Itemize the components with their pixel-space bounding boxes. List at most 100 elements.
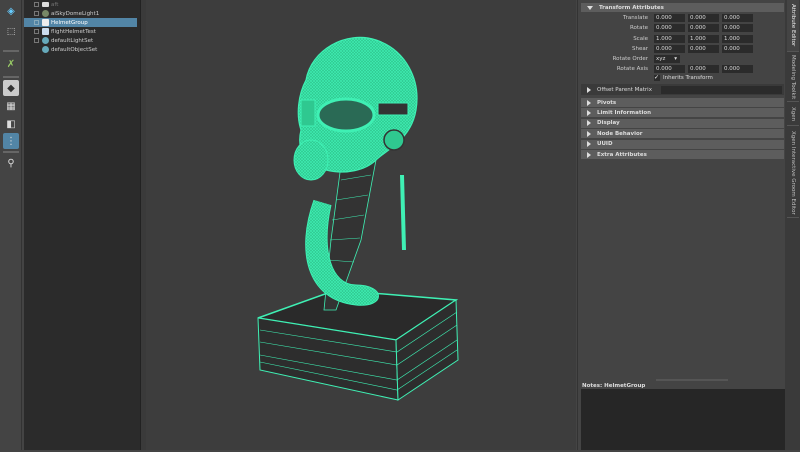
notes-field[interactable]: [581, 389, 791, 450]
section-label: Transform Attributes: [599, 4, 664, 11]
tab-label: Attribute Editor: [790, 4, 796, 47]
section-label: Offset Parent Matrix: [597, 86, 652, 93]
section-label: Limit Information: [597, 109, 652, 116]
divider: [3, 151, 19, 153]
section-header[interactable]: Pivots: [581, 98, 784, 107]
section-header[interactable]: Limit Information: [581, 108, 784, 118]
section-offset-parent-matrix[interactable]: Offset Parent Matrix: [581, 84, 784, 95]
section-label: Display: [597, 120, 620, 127]
attr-field[interactable]: 1.000: [722, 34, 753, 43]
section-label: Pivots: [597, 99, 617, 106]
checkbox-label: Inherits Transform: [663, 75, 713, 81]
group-icon: [42, 19, 49, 26]
outliner: aft aiSkyDomeLight1 HelmetGroup flightHe…: [24, 0, 140, 450]
attr-field[interactable]: 0.000: [688, 24, 719, 33]
attr-field[interactable]: 0.000: [654, 44, 685, 53]
rotate-order-dropdown[interactable]: xyz ▾: [654, 55, 680, 63]
rotate-axis-label: Rotate Axis: [616, 66, 648, 72]
rotate-order-value: xyz: [656, 56, 666, 62]
section-label: Extra Attributes: [597, 151, 647, 158]
attr-field[interactable]: 0.000: [688, 44, 719, 53]
camera-icon: [42, 2, 49, 7]
lasso-icon[interactable]: ⬚: [3, 24, 19, 40]
attr-label: Scale: [633, 35, 648, 42]
section-transform-attributes[interactable]: Transform Attributes: [581, 3, 784, 12]
collapse-icon: [587, 5, 593, 10]
checkmark-icon: ✓: [654, 74, 660, 81]
attr-field[interactable]: 1.000: [688, 34, 719, 43]
tab-xgen[interactable]: Xgen: [787, 104, 799, 126]
rotate-axis-z[interactable]: 0.000: [722, 65, 753, 73]
move-tool-icon[interactable]: ◈: [3, 3, 19, 19]
expand-icon: [587, 86, 591, 93]
set-icon: [42, 37, 49, 44]
tab-xgen-interactive-groom-editor[interactable]: Xgen Interactive Groom Editor: [787, 128, 799, 218]
attr-field[interactable]: 0.000: [654, 14, 685, 22]
item-label: aiSkyDomeLight1: [51, 10, 100, 17]
helmet-wireframe: [257, 36, 459, 401]
outliner-item[interactable]: aft: [24, 0, 137, 9]
section-header[interactable]: Extra Attributes: [581, 150, 784, 159]
expand-icon[interactable]: [34, 11, 39, 16]
expand-icon: [587, 151, 591, 158]
tab-label: Xgen: [790, 107, 796, 122]
rotate-order-label: Rotate Order: [612, 56, 648, 62]
tool-box: ◈ ⬚ ✗ ◆ ▦ ◧ ⋮ ⚲: [0, 0, 22, 450]
attr-field[interactable]: 0.000: [654, 24, 685, 33]
attr-label: Shear: [632, 45, 648, 52]
attr-field[interactable]: 0.000: [722, 24, 753, 33]
section-label: UUID: [597, 141, 613, 148]
expand-icon: [587, 141, 591, 148]
set-icon: [42, 46, 49, 53]
skydome-icon: [42, 10, 49, 17]
section-header[interactable]: Display: [581, 118, 784, 128]
attr-label: Rotate: [629, 25, 648, 32]
resize-handle[interactable]: [656, 379, 728, 381]
attr-field[interactable]: 0.000: [688, 14, 719, 22]
section-header[interactable]: UUID: [581, 139, 784, 149]
divider: [3, 50, 19, 52]
two-view-icon[interactable]: ◧: [3, 116, 19, 132]
mesh-icon: [42, 28, 49, 35]
scene-icon[interactable]: ✗: [3, 56, 19, 72]
rotate-axis-x[interactable]: 0.000: [654, 65, 685, 73]
tab-label: Modeling Toolkit: [790, 55, 796, 100]
expand-icon[interactable]: [34, 2, 39, 7]
attr-field[interactable]: 0.000: [722, 44, 753, 53]
outliner-item[interactable]: HelmetGroup: [24, 18, 137, 27]
matrix-field[interactable]: [661, 85, 782, 94]
item-label: defaultLightSet: [51, 37, 94, 44]
outliner-layout-icon[interactable]: ⋮: [3, 133, 19, 149]
attr-field[interactable]: 1.000: [654, 34, 685, 43]
expand-icon[interactable]: [34, 29, 39, 34]
outliner-item[interactable]: aiSkyDomeLight1: [24, 9, 137, 18]
expand-icon[interactable]: [34, 38, 39, 43]
attr-field[interactable]: 0.000: [722, 14, 753, 22]
side-tabs: Attribute Editor Modeling Toolkit Xgen X…: [785, 0, 800, 450]
item-label: aft: [51, 1, 59, 8]
tab-label: Xgen Interactive Groom Editor: [790, 130, 796, 215]
item-label: HelmetGroup: [51, 19, 88, 26]
expand-icon: [587, 130, 591, 137]
expand-icon: [587, 120, 591, 127]
tab-attribute-editor[interactable]: Attribute Editor: [787, 0, 799, 52]
expand-icon: [587, 109, 591, 116]
section-header[interactable]: Node Behavior: [581, 129, 784, 139]
tab-modeling-toolkit[interactable]: Modeling Toolkit: [787, 54, 799, 102]
expand-icon: [587, 99, 591, 106]
inherits-transform-checkbox[interactable]: ✓ Inherits Transform: [654, 75, 713, 81]
attribute-editor: Transform Attributes Translate 0.000 0.000…: [577, 0, 791, 450]
item-label: defaultObjectSet: [51, 46, 98, 53]
search-icon[interactable]: ⚲: [3, 155, 19, 171]
expand-icon[interactable]: [34, 20, 39, 25]
viewport[interactable]: [146, 0, 576, 450]
single-view-icon[interactable]: ◆: [3, 80, 19, 96]
outliner-item[interactable]: defaultLightSet: [24, 36, 137, 45]
outliner-item[interactable]: defaultObjectSet: [24, 45, 137, 54]
outliner-item[interactable]: flightHelmetTest: [24, 27, 137, 36]
rotate-axis-y[interactable]: 0.000: [688, 65, 719, 73]
chevron-down-icon: ▾: [674, 56, 677, 62]
section-label: Node Behavior: [597, 130, 643, 137]
four-view-icon[interactable]: ▦: [3, 98, 19, 114]
attr-label: Translate: [623, 15, 648, 21]
